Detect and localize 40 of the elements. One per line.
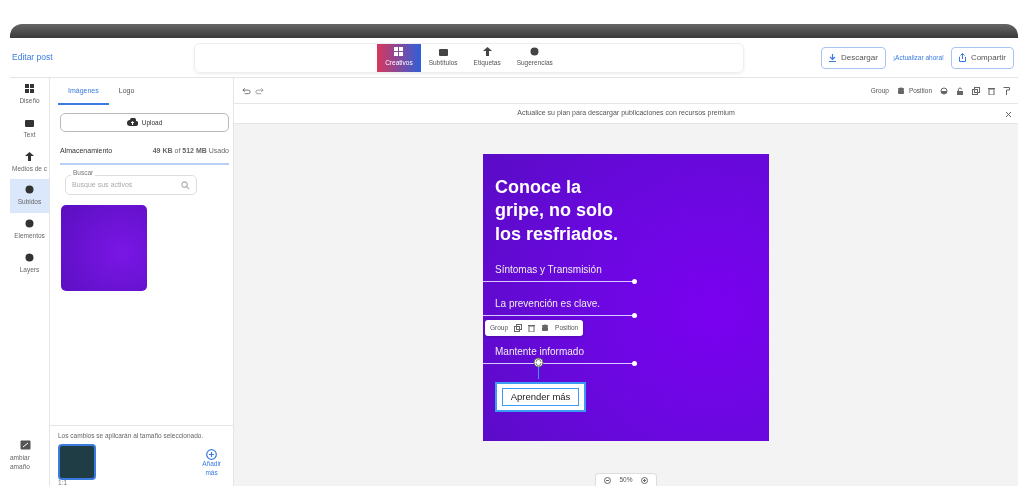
resize-icon bbox=[20, 439, 31, 450]
poster-list-item: La prevención es clave. bbox=[495, 297, 602, 312]
poster-list-item: Síntomas y Transmisión bbox=[495, 263, 603, 278]
lock-icon[interactable] bbox=[956, 86, 964, 95]
search-icon bbox=[181, 180, 190, 190]
stack-icon bbox=[541, 324, 550, 333]
share-icon bbox=[958, 53, 966, 62]
page-title: Editar post bbox=[11, 51, 54, 64]
undo-icon[interactable] bbox=[242, 86, 251, 95]
design-thumbnail[interactable] bbox=[61, 204, 147, 291]
photo-placeholder[interactable] bbox=[58, 443, 96, 480]
stack-icon bbox=[896, 86, 905, 95]
format-icon[interactable] bbox=[1003, 86, 1010, 95]
tab-icon bbox=[530, 47, 540, 57]
rotate-handle-icon[interactable] bbox=[533, 356, 544, 379]
download-icon bbox=[829, 53, 836, 62]
poster-title: Conoce la gripe, no solo los resfriados. bbox=[495, 176, 620, 246]
cloud-upload-icon bbox=[126, 118, 138, 127]
duplicate-icon[interactable] bbox=[514, 324, 523, 333]
sidebar-item-icon bbox=[25, 151, 34, 161]
sidebar-item-icon bbox=[25, 117, 34, 127]
sidebar-item-icon bbox=[25, 84, 34, 93]
tab-icon bbox=[394, 47, 404, 57]
sidebar-item-icon bbox=[25, 219, 34, 228]
share-button[interactable]: Compartir bbox=[950, 46, 1014, 69]
zoom-in-icon[interactable] bbox=[640, 476, 648, 484]
add-icon bbox=[206, 449, 218, 461]
poster-list-item: Mantente informado bbox=[495, 344, 585, 359]
trash-icon[interactable] bbox=[528, 324, 536, 333]
duplicate-icon[interactable] bbox=[972, 86, 980, 95]
sidebar-item-icon bbox=[25, 252, 34, 262]
zoom-out-icon[interactable] bbox=[604, 476, 612, 484]
tab-icon bbox=[438, 47, 448, 57]
close-icon[interactable] bbox=[1005, 111, 1012, 118]
learn-more-button[interactable]: Aprender más bbox=[502, 387, 579, 407]
trash-icon[interactable] bbox=[988, 86, 995, 95]
download-button[interactable]: Descargar bbox=[821, 46, 886, 69]
opacity-icon[interactable] bbox=[940, 86, 948, 95]
tab-icon bbox=[482, 47, 492, 57]
sidebar-item-icon bbox=[25, 185, 34, 195]
